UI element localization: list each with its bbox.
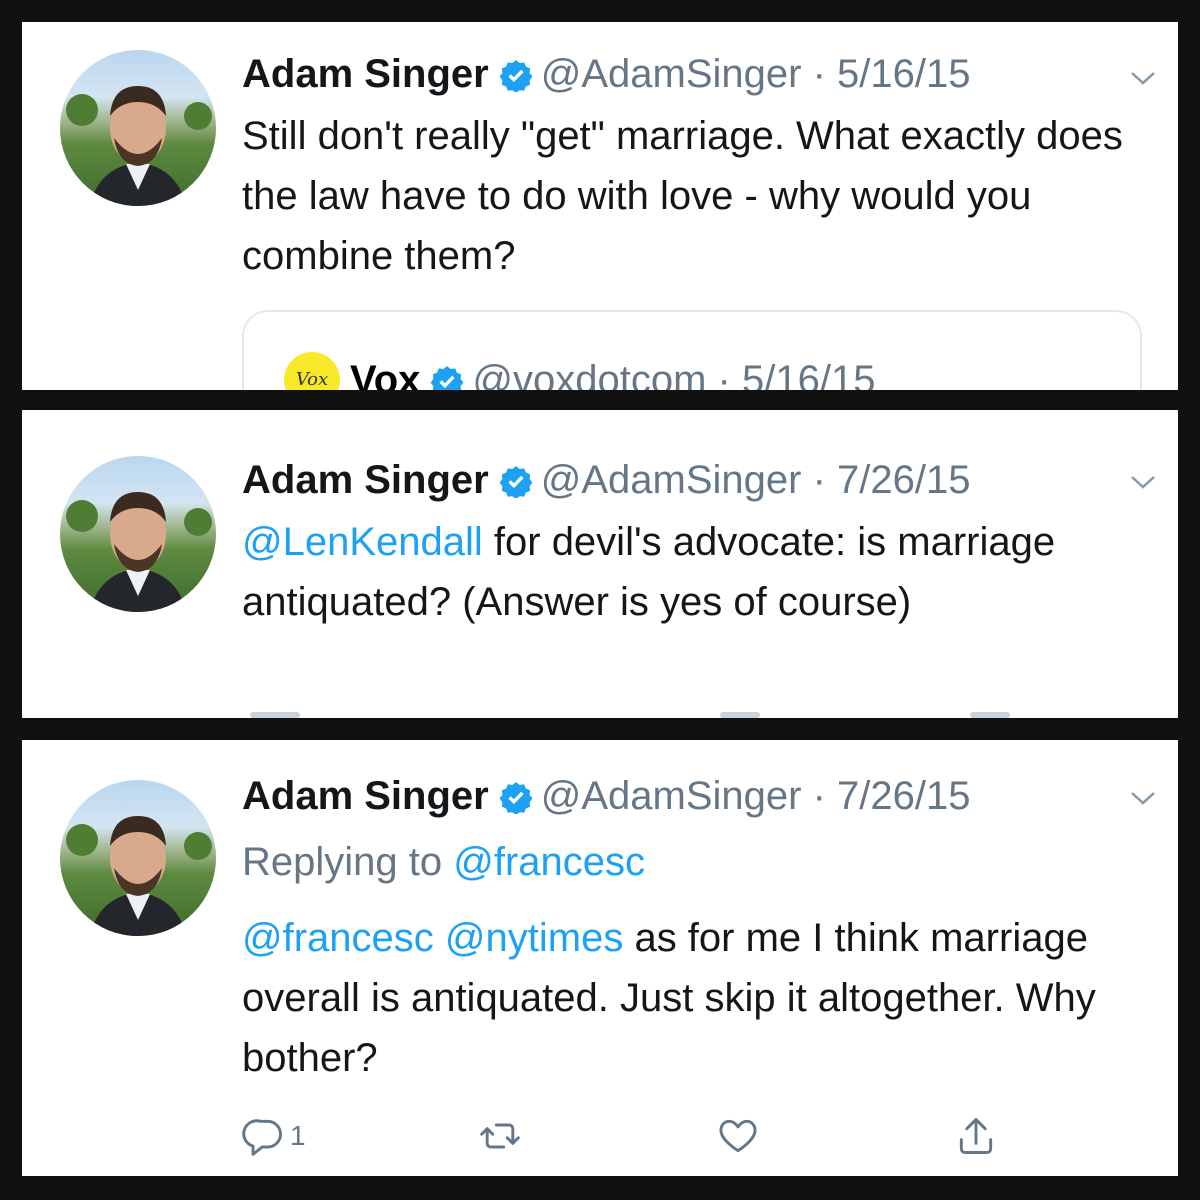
tweet-date[interactable]: 7/26/15 (837, 774, 970, 818)
tweet-header: Adam Singer @AdamSinger · 7/26/15 (242, 770, 1158, 822)
tweet-text: Still don't really "get" marriage. What … (242, 114, 1123, 278)
reply-count: 1 (290, 1120, 306, 1151)
tweet-text: @LenKendall for devil's advocate: is mar… (242, 512, 1138, 632)
like-icon (719, 1119, 757, 1153)
tweet-panel-1: Adam Singer @AdamSinger · 5/16/15 Still d… (22, 22, 1178, 390)
action-bar: 1 (242, 1112, 1062, 1160)
verified-icon (499, 466, 533, 498)
avatar-portrait (66, 816, 212, 936)
chevron-down-icon[interactable] (1128, 472, 1158, 492)
reply-button[interactable]: 1 (242, 1112, 306, 1160)
author-name[interactable]: Adam Singer (242, 458, 489, 502)
vox-logo: Vox (284, 352, 340, 390)
tweet-text: @francesc @nytimes as for me I think mar… (242, 908, 1138, 1088)
quoted-author-name: Vox (350, 358, 421, 390)
tweet-panel-2: Adam Singer @AdamSinger · 7/26/15 @LenKen… (22, 410, 1178, 718)
share-button[interactable] (954, 1112, 998, 1160)
author-handle[interactable]: @AdamSinger (541, 458, 802, 502)
like-button[interactable] (716, 1112, 760, 1160)
author-name[interactable]: Adam Singer (242, 52, 489, 96)
share-icon (959, 1118, 993, 1154)
chevron-down-icon[interactable] (1128, 788, 1158, 808)
avatar[interactable] (60, 456, 216, 612)
replying-to-link[interactable]: @francesc (453, 840, 645, 884)
avatar-portrait (66, 492, 212, 612)
retweet-button[interactable] (478, 1112, 522, 1160)
quoted-handle: @voxdotcom (472, 358, 707, 390)
separator: · (812, 458, 826, 502)
separator: · (812, 52, 826, 96)
mention-link-2[interactable]: @nytimes (445, 916, 623, 960)
quoted-header: Vox @voxdotcom · 5/16/15 (350, 358, 875, 390)
author-name[interactable]: Adam Singer (242, 774, 489, 818)
tweet-panel-3: Adam Singer @AdamSinger · 7/26/15 Replyin… (22, 740, 1178, 1176)
quoted-date: 5/16/15 (742, 358, 876, 390)
avatar[interactable] (60, 780, 216, 936)
tweet-header: Adam Singer @AdamSinger · 7/26/15 (242, 454, 1158, 506)
author-handle[interactable]: @AdamSinger (541, 774, 802, 818)
separator: · (717, 358, 731, 390)
tweet-date[interactable]: 7/26/15 (837, 458, 970, 502)
replying-prefix: Replying to (242, 840, 454, 884)
avatar[interactable] (60, 50, 216, 206)
separator: · (812, 774, 826, 818)
avatar-portrait (66, 86, 212, 206)
replying-to-line: Replying to @francesc (242, 832, 1138, 892)
quoted-tweet[interactable]: Vox Vox @voxdotcom · 5/16/15 (242, 310, 1142, 390)
tweet-date[interactable]: 5/16/15 (837, 52, 970, 96)
mention-link-1[interactable]: @francesc (242, 916, 434, 960)
author-handle[interactable]: @AdamSinger (541, 52, 802, 96)
cropped-action-bar (250, 712, 1010, 718)
retweet-icon (480, 1123, 520, 1149)
reply-icon (242, 1119, 282, 1156)
chevron-down-icon[interactable] (1128, 68, 1158, 88)
mention-link[interactable]: @LenKendall (242, 520, 483, 564)
verified-icon (430, 366, 464, 390)
verified-icon (499, 60, 533, 92)
verified-icon (499, 782, 533, 814)
tweet-header: Adam Singer @AdamSinger · 5/16/15 (242, 48, 1158, 100)
